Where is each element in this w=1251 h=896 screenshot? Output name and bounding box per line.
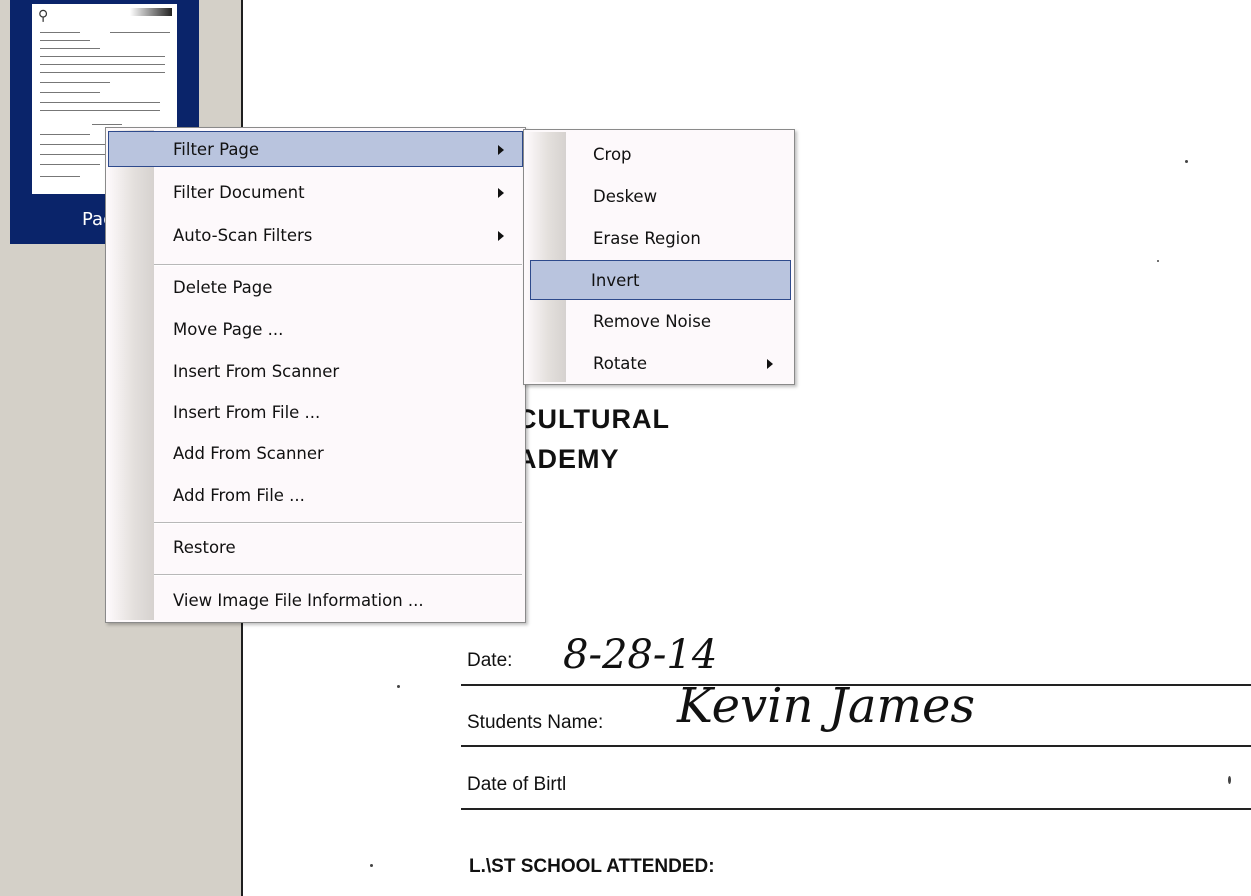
student-name-rule xyxy=(461,745,1251,747)
submenu-item-erase-region[interactable]: Erase Region xyxy=(526,220,792,256)
seal-icon: ⚲ xyxy=(38,8,49,24)
menu-separator xyxy=(154,522,522,524)
menu-item-add-from-scanner[interactable]: Add From Scanner xyxy=(108,435,523,471)
menu-item-view-image-file-information[interactable]: View Image File Information ... xyxy=(108,582,523,618)
submenu-arrow-icon xyxy=(498,145,504,155)
date-handwritten: 8-28-14 xyxy=(563,632,718,678)
menu-item-move-page[interactable]: Move Page ... xyxy=(108,311,523,347)
submenu-item-crop[interactable]: Crop xyxy=(526,136,792,172)
date-of-birth-label: Date of Birtl xyxy=(467,774,567,795)
heading-line-2: ADEMY xyxy=(517,444,620,474)
menu-item-insert-from-scanner[interactable]: Insert From Scanner xyxy=(108,353,523,389)
submenu-item-rotate[interactable]: Rotate xyxy=(526,345,792,381)
submenu-arrow-icon xyxy=(767,359,773,369)
heading-line-1: CULTURAL xyxy=(517,404,670,434)
page-context-menu: Filter Page Filter Document Auto-Scan Fi… xyxy=(105,127,526,623)
menu-item-filter-document[interactable]: Filter Document xyxy=(108,174,523,210)
submenu-item-remove-noise[interactable]: Remove Noise xyxy=(526,303,792,339)
menu-item-filter-page[interactable]: Filter Page xyxy=(108,131,523,167)
submenu-arrow-icon xyxy=(498,188,504,198)
menu-item-add-from-file[interactable]: Add From File ... xyxy=(108,477,523,513)
menu-separator xyxy=(154,264,522,266)
menu-item-restore[interactable]: Restore xyxy=(108,529,523,565)
submenu-arrow-icon xyxy=(498,231,504,241)
menu-separator xyxy=(154,574,522,576)
submenu-item-deskew[interactable]: Deskew xyxy=(526,178,792,214)
date-label: Date: xyxy=(467,650,513,671)
menu-item-insert-from-file[interactable]: Insert From File ... xyxy=(108,394,523,430)
date-of-birth-rule xyxy=(461,808,1251,810)
last-school-label: L.\ST SCHOOL ATTENDED: xyxy=(469,856,715,877)
menu-item-auto-scan-filters[interactable]: Auto-Scan Filters xyxy=(108,217,523,253)
student-name-handwritten: Kevin James xyxy=(677,678,976,734)
submenu-item-invert[interactable]: Invert xyxy=(530,260,791,300)
student-name-label: Students Name: xyxy=(467,712,604,733)
filter-page-submenu: Crop Deskew Erase Region Invert Remove N… xyxy=(523,129,795,385)
menu-item-delete-page[interactable]: Delete Page xyxy=(108,269,523,305)
